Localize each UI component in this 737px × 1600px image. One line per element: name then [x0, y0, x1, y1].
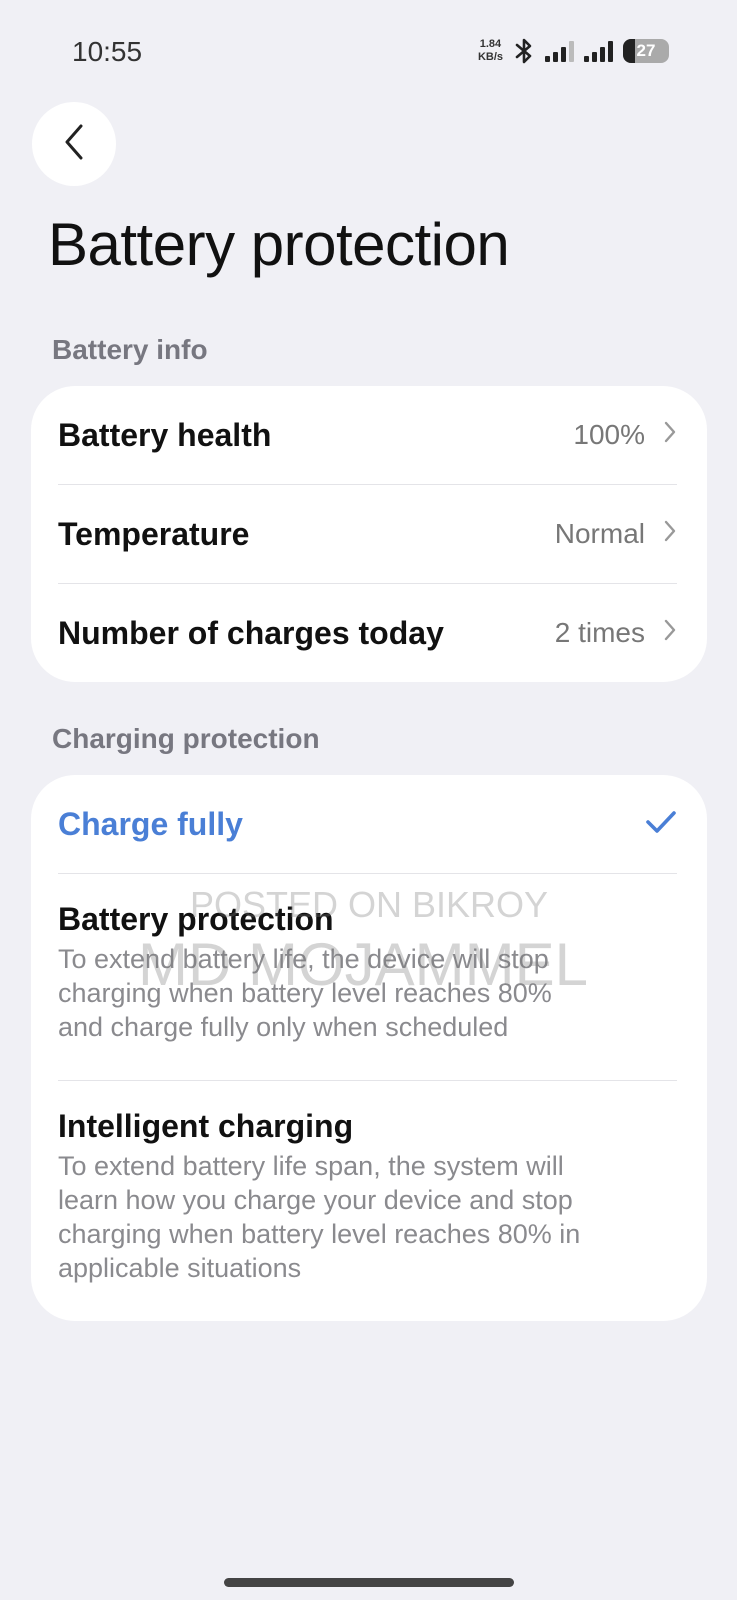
- battery-icon: 27: [623, 39, 669, 63]
- status-bar: 10:55 1.84 KB/s 27: [0, 0, 737, 100]
- charging-protection-card: Charge fully Battery protection To exten…: [31, 775, 707, 1321]
- chevron-left-icon: [59, 122, 89, 167]
- description-line: applicable situations: [58, 1253, 302, 1283]
- home-indicator[interactable]: [224, 1578, 514, 1587]
- battery-health-label: Battery health: [58, 416, 272, 453]
- back-button[interactable]: [32, 102, 116, 186]
- option-intelligent-charging[interactable]: Intelligent charging To extend battery l…: [58, 1108, 677, 1285]
- chevron-right-icon: [663, 518, 677, 550]
- option-intelligent-charging-title: Intelligent charging: [58, 1108, 354, 1144]
- check-icon: [645, 809, 677, 840]
- temperature-value-group: Normal: [555, 518, 677, 550]
- status-icons: 1.84 KB/s 27: [478, 36, 669, 66]
- section-header-battery-info: Battery info: [52, 334, 208, 365]
- status-time: 10:55: [72, 36, 143, 67]
- battery-health-value: 100%: [573, 419, 645, 450]
- description-line: To extend battery life, the device will …: [58, 944, 549, 974]
- charges-today-value: 2 times: [554, 617, 645, 648]
- description-line: To extend battery life span, the system …: [58, 1151, 564, 1181]
- temperature-value: Normal: [554, 518, 645, 549]
- option-charge-fully-title: Charge fully: [58, 805, 243, 842]
- signal-icon-sim2: [584, 40, 613, 62]
- option-battery-protection-title: Battery protection: [58, 901, 334, 937]
- network-speed-value: 1.84: [479, 38, 502, 50]
- bluetooth-icon: [513, 37, 535, 65]
- option-battery-protection-description: To extend battery life, the device will …: [58, 942, 677, 1044]
- network-speed-unit: KB/s: [477, 51, 503, 63]
- temperature-label: Temperature: [58, 515, 250, 552]
- charges-today-value-group: 2 times: [555, 617, 677, 649]
- battery-health-value-group: 100%: [573, 419, 677, 451]
- charges-today-label: Number of charges today: [58, 614, 444, 651]
- chevron-right-icon: [663, 419, 677, 451]
- battery-info-card: Battery health 100% Temperature Normal N…: [31, 386, 707, 682]
- battery-health-row[interactable]: Battery health 100%: [58, 386, 677, 484]
- description-line: learn how you charge your device and sto…: [58, 1185, 573, 1215]
- network-speed: 1.84 KB/s: [478, 38, 503, 64]
- page-title: Battery protection: [48, 211, 510, 278]
- divider: [58, 1080, 677, 1081]
- temperature-row[interactable]: Temperature Normal: [58, 485, 677, 583]
- description-line: charging when battery level reaches 80%: [58, 978, 552, 1008]
- option-intelligent-charging-description: To extend battery life span, the system …: [58, 1149, 677, 1285]
- option-battery-protection[interactable]: Battery protection To extend battery lif…: [58, 901, 677, 1044]
- description-line: charging when battery level reaches 80% …: [58, 1219, 581, 1249]
- signal-icon: [545, 40, 574, 62]
- description-line: and charge fully only when scheduled: [58, 1012, 509, 1042]
- divider: [58, 873, 677, 874]
- section-header-charging-protection: Charging protection: [52, 723, 320, 754]
- charges-today-row[interactable]: Number of charges today 2 times: [58, 584, 677, 682]
- chevron-right-icon: [663, 617, 677, 649]
- option-charge-fully[interactable]: Charge fully: [58, 775, 677, 873]
- battery-level: 27: [636, 41, 656, 60]
